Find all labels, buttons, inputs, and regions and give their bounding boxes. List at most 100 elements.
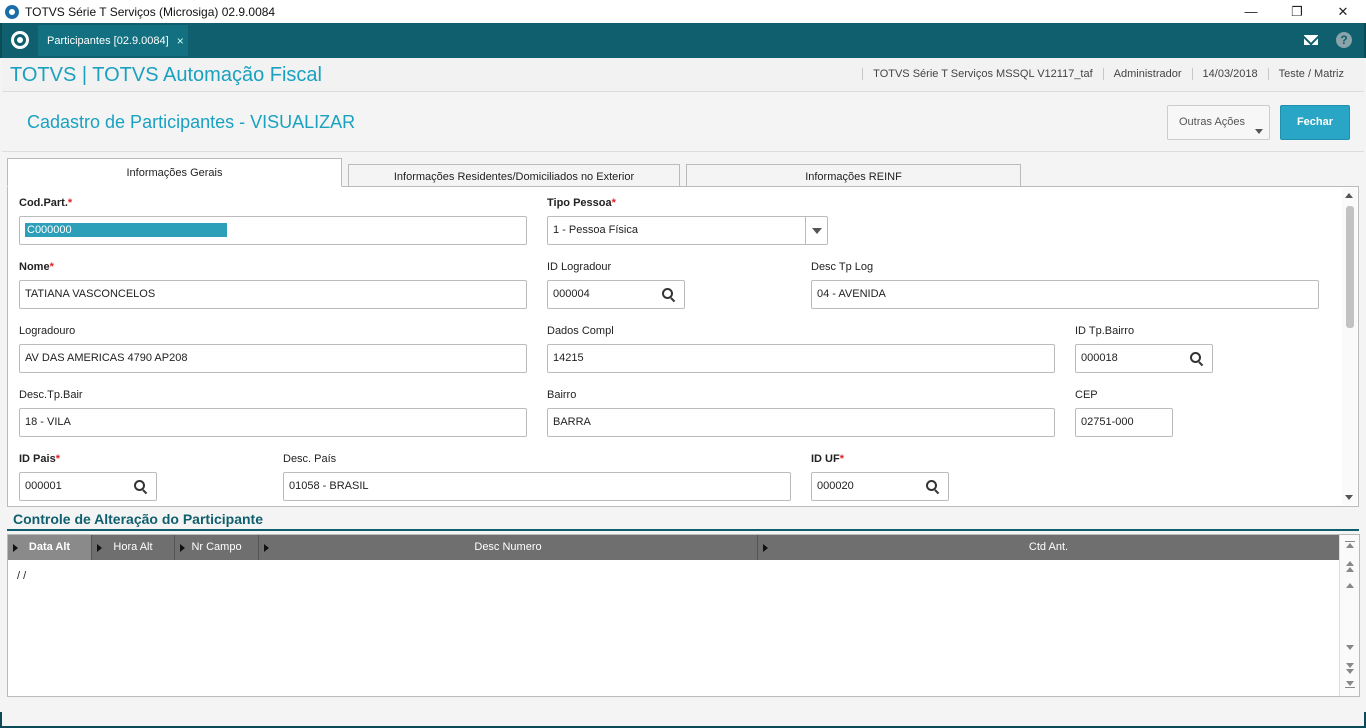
- desc-pais-field: Desc. País 01058 - BRASIL: [283, 453, 791, 501]
- desc-tp-bair-input[interactable]: 18 - VILA: [19, 408, 527, 437]
- id-tp-bairro-input[interactable]: 000018: [1075, 344, 1213, 373]
- cep-input[interactable]: 02751-000: [1075, 408, 1173, 437]
- minimize-button[interactable]: —: [1228, 0, 1274, 23]
- totvs-logo-icon[interactable]: [11, 31, 29, 49]
- window-title: TOTVS Série T Serviços (Microsiga) 02.9.…: [25, 4, 276, 19]
- chevron-down-icon: [1255, 129, 1263, 134]
- tab-close-icon[interactable]: ×: [177, 34, 184, 48]
- id-uf-value: 000020: [817, 480, 854, 492]
- page-up-icon[interactable]: [1346, 561, 1354, 566]
- scroll-bottom-icon[interactable]: [1345, 687, 1355, 688]
- id-pais-input[interactable]: 000001: [19, 472, 157, 501]
- id-pais-label: ID Pais: [19, 453, 56, 465]
- user-label: Administrador: [1102, 68, 1192, 80]
- bairro-input[interactable]: BARRA: [547, 408, 1055, 437]
- sort-arrow-icon: [13, 544, 18, 552]
- search-icon[interactable]: [926, 480, 940, 494]
- cod-part-field: Cod.Part.* C000000: [19, 197, 527, 245]
- module-tabstrip: Participantes [02.9.0084] × ?: [0, 23, 1366, 58]
- desc-tp-bair-field: Desc.Tp.Bair 18 - VILA: [19, 389, 527, 437]
- desc-tp-bair-label: Desc.Tp.Bair: [19, 389, 83, 401]
- id-tp-bairro-field: ID Tp.Bairro 000018: [1075, 325, 1213, 373]
- cep-field: CEP 02751-000: [1075, 389, 1173, 437]
- app-header: TOTVS | TOTVS Automação Fiscal TOTVS Sér…: [2, 58, 1364, 92]
- id-uf-input[interactable]: 000020: [811, 472, 949, 501]
- scroll-down-icon[interactable]: [1345, 495, 1353, 500]
- mail-icon[interactable]: [1304, 35, 1318, 45]
- search-icon[interactable]: [134, 480, 148, 494]
- environment-label: TOTVS Série T Serviços MSSQL V12117_taf: [862, 68, 1103, 80]
- desc-pais-label: Desc. País: [283, 453, 337, 465]
- help-icon[interactable]: ?: [1336, 32, 1352, 48]
- table-row[interactable]: / /: [17, 570, 26, 582]
- tipo-pessoa-value: 1 - Pessoa Física: [553, 224, 638, 236]
- scroll-up-icon[interactable]: [1346, 583, 1354, 588]
- dados-compl-field: Dados Compl 14215: [547, 325, 1055, 373]
- logradouro-input[interactable]: AV DAS AMERICAS 4790 AP208: [19, 344, 527, 373]
- column-arrow-icon: [264, 544, 269, 552]
- column-header-nr-campo[interactable]: Nr Campo: [175, 535, 259, 560]
- required-marker: *: [611, 197, 616, 209]
- column-header-data-alt[interactable]: Data Alt: [8, 535, 92, 560]
- cod-part-input[interactable]: C000000: [19, 216, 527, 245]
- scroll-down-icon[interactable]: [1346, 645, 1354, 650]
- tab-informacoes-gerais[interactable]: Informações Gerais: [7, 158, 342, 187]
- column-header-desc-numero[interactable]: Desc Numero: [259, 535, 758, 560]
- close-button[interactable]: Fechar: [1280, 105, 1350, 140]
- logradouro-field: Logradouro AV DAS AMERICAS 4790 AP208: [19, 325, 527, 373]
- tab-informacoes-exterior[interactable]: Informações Residentes/Domiciliados no E…: [348, 164, 680, 188]
- logradouro-label: Logradouro: [19, 325, 76, 337]
- search-icon[interactable]: [1190, 352, 1204, 366]
- id-logradour-value: 000004: [553, 288, 590, 300]
- tipo-pessoa-field: Tipo Pessoa* 1 - Pessoa Física: [547, 197, 828, 245]
- tab-participantes[interactable]: Participantes [02.9.0084] ×: [38, 25, 188, 56]
- date-label: 14/03/2018: [1191, 68, 1268, 80]
- bairro-field: Bairro BARRA: [547, 389, 1055, 437]
- tipo-pessoa-label: Tipo Pessoa: [547, 197, 612, 209]
- dados-compl-input[interactable]: 14215: [547, 344, 1055, 373]
- id-pais-field: ID Pais* 000001: [19, 453, 157, 501]
- scroll-top-icon[interactable]: [1345, 541, 1355, 542]
- desc-pais-input[interactable]: 01058 - BRASIL: [283, 472, 791, 501]
- page-up-icon-2[interactable]: [1346, 567, 1354, 572]
- page-down-icon-2[interactable]: [1346, 669, 1354, 674]
- page-header: Cadastro de Participantes - VISUALIZAR O…: [2, 92, 1364, 152]
- nome-input[interactable]: TATIANA VASCONCELOS: [19, 280, 527, 309]
- section-divider: [7, 529, 1359, 531]
- scroll-bottom-arrow-icon[interactable]: [1346, 681, 1354, 686]
- id-logradour-field: ID Logradour 000004: [547, 261, 685, 309]
- required-marker: *: [67, 197, 73, 209]
- scroll-thumb[interactable]: [1346, 206, 1354, 328]
- id-tp-bairro-label: ID Tp.Bairro: [1075, 325, 1135, 337]
- desc-tp-log-input[interactable]: 04 - AVENIDA: [811, 280, 1319, 309]
- column-arrow-icon: [763, 544, 768, 552]
- totvs-app-icon: [5, 4, 19, 19]
- close-window-button[interactable]: ✕: [1320, 0, 1366, 23]
- restore-button[interactable]: ❐: [1274, 0, 1320, 23]
- required-marker: *: [839, 453, 845, 465]
- scroll-up-icon[interactable]: [1345, 193, 1353, 198]
- scroll-top-arrow-icon[interactable]: [1346, 543, 1354, 548]
- control-section-title: Controle de Alteração do Participante: [13, 511, 263, 527]
- cod-part-value: C000000: [25, 223, 227, 237]
- tab-informacoes-reinf[interactable]: Informações REINF: [686, 164, 1021, 188]
- dropdown-arrow-icon[interactable]: [805, 217, 827, 244]
- column-header-hora-alt[interactable]: Hora Alt: [92, 535, 175, 560]
- dados-compl-label: Dados Compl: [547, 325, 614, 337]
- form-panel: Cod.Part.* C000000 Tipo Pessoa* 1 - Pess…: [7, 186, 1359, 507]
- cell-data-alt: / /: [17, 570, 27, 582]
- form-scrollbar[interactable]: [1342, 188, 1357, 505]
- nome-label: Nome: [19, 261, 50, 273]
- desc-tp-log-field: Desc Tp Log 04 - AVENIDA: [811, 261, 1319, 309]
- id-logradour-input[interactable]: 000004: [547, 280, 685, 309]
- page-down-icon[interactable]: [1346, 663, 1354, 668]
- tipo-pessoa-select[interactable]: 1 - Pessoa Física: [547, 216, 828, 245]
- tab-label: Participantes [02.9.0084]: [47, 34, 169, 47]
- cep-label: CEP: [1075, 389, 1098, 401]
- id-logradour-label: ID Logradour: [547, 261, 612, 273]
- search-icon[interactable]: [662, 288, 676, 302]
- other-actions-button[interactable]: Outras Ações: [1167, 105, 1270, 140]
- cod-part-label: Cod.Part.: [19, 197, 68, 209]
- grid-scrollbar[interactable]: [1339, 535, 1359, 696]
- column-header-ctd-ant[interactable]: Ctd Ant.: [758, 535, 1340, 560]
